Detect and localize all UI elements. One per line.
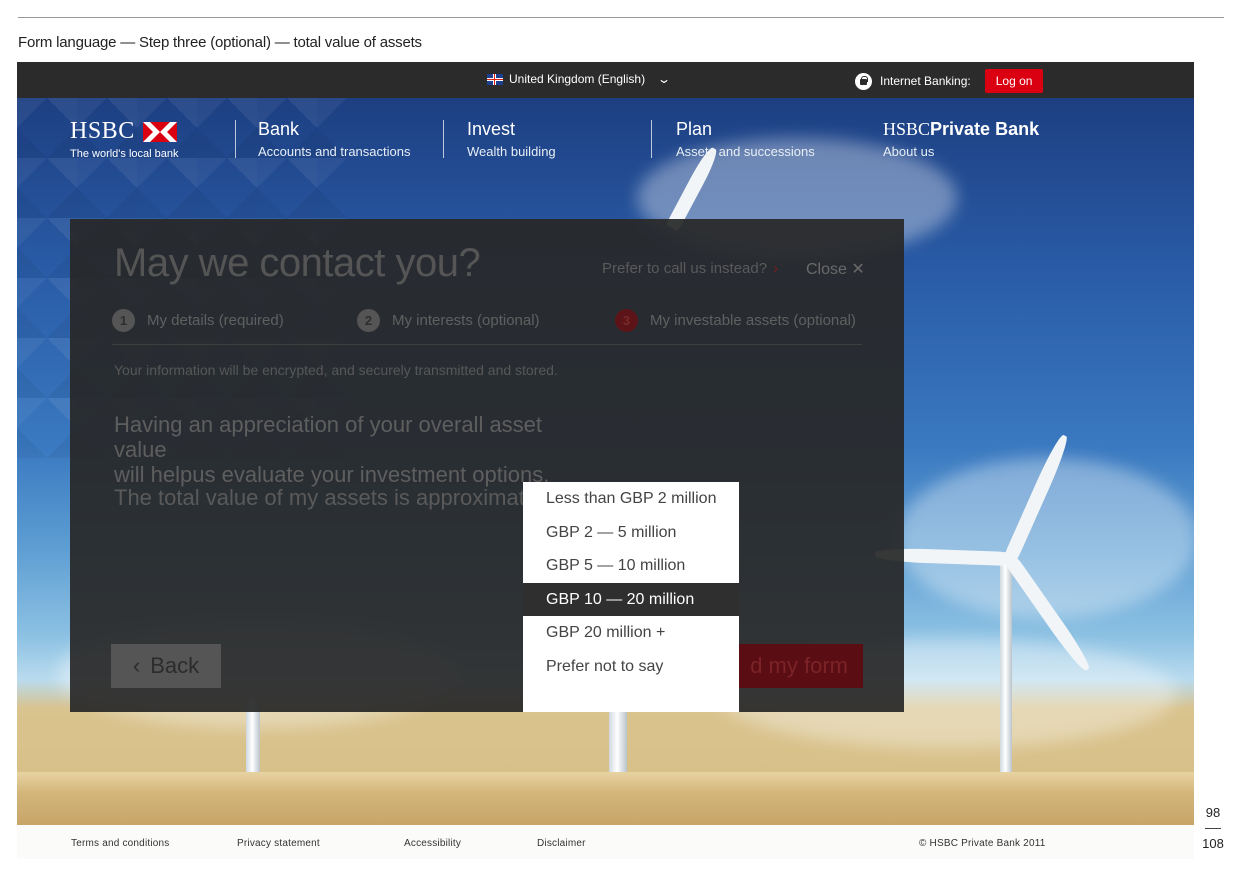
nav-separator [235, 120, 236, 158]
footer-terms-link[interactable]: Terms and conditions [71, 838, 170, 849]
nav-separator [443, 120, 444, 158]
footer-privacy-link[interactable]: Privacy statement [237, 838, 320, 849]
lock-icon [855, 72, 872, 90]
step-number: 2 [357, 309, 380, 332]
total-assets-label: The total value of my assets is approxim… [114, 485, 553, 510]
nav-private-bank-sub: About us [883, 144, 935, 159]
close-button[interactable]: Close ✕ [806, 259, 865, 279]
dropdown-option-selected[interactable]: GBP 10 — 20 million [523, 582, 739, 616]
nav-private-bank[interactable]: HSBCPrivate Bank About us [883, 118, 1039, 159]
asset-value-dropdown[interactable]: Less than GBP 2 million GBP 2 — 5 millio… [523, 482, 739, 712]
chevron-down-icon: ⌄ [657, 72, 672, 86]
nav-bank-title: Bank [258, 119, 300, 139]
dropdown-option[interactable]: Prefer not to say [523, 650, 739, 684]
nav-separator [651, 120, 652, 158]
step-number: 3 [615, 309, 638, 332]
dropdown-option[interactable]: GBP 20 million + [523, 616, 739, 650]
nav-plan-sub: Assets and successions [676, 144, 815, 159]
screenshot-frame: United Kingdom (English) ⌄ Internet Bank… [17, 62, 1194, 859]
dropdown-option[interactable]: GBP 5 — 10 million [523, 549, 739, 583]
logo-tagline: The world's local bank [70, 148, 179, 160]
contact-modal: May we contact you? Prefer to call us in… [70, 219, 904, 712]
nav-invest[interactable]: Invest Wealth building [467, 118, 556, 159]
nav-invest-sub: Wealth building [467, 144, 556, 159]
page-divider [1205, 828, 1221, 829]
private-bank-prefix: HSBC [883, 119, 931, 139]
footer-copyright: © HSBC Private Bank 2011 [919, 838, 1046, 849]
step-number: 1 [112, 309, 135, 332]
question-text: Having an appreciation of your overall a… [114, 412, 594, 487]
step-label: My investable assets (optional) [650, 312, 856, 329]
encryption-note: Your information will be encrypted, and … [114, 362, 558, 378]
close-label: Close [806, 261, 847, 278]
question-line: Having an appreciation of your overall a… [114, 412, 543, 462]
hsbc-hexagon-icon [142, 121, 177, 142]
internet-banking: Internet Banking: Log on [855, 69, 1044, 93]
uk-flag-icon [487, 73, 503, 85]
back-label: Back [150, 653, 200, 678]
dropdown-option[interactable]: Less than GBP 2 million [523, 482, 739, 516]
footer: Terms and conditions Privacy statement A… [17, 825, 1194, 859]
step-indicator: 1 My details (required) 2 My interests (… [112, 309, 862, 345]
send-form-button[interactable]: d my form [734, 644, 863, 688]
dropdown-option[interactable]: GBP 2 — 5 million [523, 516, 739, 550]
nav-bank[interactable]: Bank Accounts and transactions [258, 118, 410, 159]
page-total: 108 [1202, 836, 1224, 851]
step-label: My details (required) [147, 312, 284, 329]
top-rule [18, 17, 1224, 18]
document-caption: Form language — Step three (optional) — … [18, 34, 422, 51]
hsbc-logo[interactable]: HSBC The world's local bank [70, 118, 179, 160]
nav-private-bank-title: HSBCPrivate Bank [883, 118, 1039, 140]
footer-disclaimer-link[interactable]: Disclaimer [537, 838, 586, 849]
step-2[interactable]: 2 My interests (optional) [357, 309, 540, 332]
internet-banking-label: Internet Banking: [880, 74, 971, 88]
top-bar: United Kingdom (English) ⌄ Internet Bank… [17, 62, 1194, 98]
call-us-label: Prefer to call us instead? [602, 260, 768, 277]
step-1[interactable]: 1 My details (required) [112, 309, 284, 332]
modal-title: May we contact you? [114, 241, 481, 285]
nav-invest-title: Invest [467, 119, 516, 139]
chevron-right-icon: › [773, 260, 779, 277]
question-line: will helpus evaluate your investment opt… [114, 462, 550, 487]
page-current: 98 [1205, 805, 1221, 820]
nav-plan-title: Plan [676, 119, 713, 139]
step-label: My interests (optional) [392, 312, 540, 329]
call-us-link[interactable]: Prefer to call us instead? › [602, 260, 778, 277]
log-on-button[interactable]: Log on [984, 69, 1044, 93]
nav-plan[interactable]: Plan Assets and successions [676, 118, 815, 159]
ground [17, 772, 1194, 825]
page-counter: 98 108 [1200, 804, 1226, 853]
footer-accessibility-link[interactable]: Accessibility [404, 838, 461, 849]
logo-wordmark: HSBC [70, 118, 135, 144]
wind-turbine-tower [1000, 560, 1012, 800]
step-3[interactable]: 3 My investable assets (optional) [615, 309, 856, 332]
country-label: United Kingdom (English) [509, 72, 646, 86]
back-button[interactable]: ‹ Back [111, 644, 221, 688]
country-selector[interactable]: United Kingdom (English) ⌄ [487, 72, 672, 86]
close-icon: ✕ [851, 261, 865, 278]
chevron-left-icon: ‹ [132, 653, 141, 678]
private-bank-bold: Private Bank [930, 119, 1040, 139]
nav-bank-sub: Accounts and transactions [258, 144, 411, 159]
